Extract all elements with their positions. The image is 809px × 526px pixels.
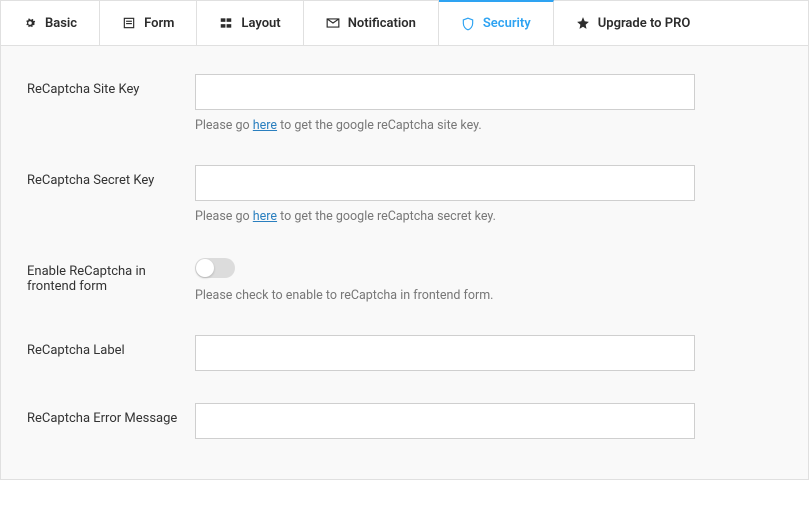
hint-enable: Please check to enable to reCaptcha in f… [195, 288, 695, 303]
hint-secret-key-post: to get the google reCaptcha secret key. [277, 209, 496, 224]
envelope-icon [326, 16, 340, 30]
label-secret-key: ReCaptcha Secret Key [27, 165, 195, 188]
toggle-enable[interactable] [195, 258, 235, 278]
hint-site-key-pre: Please go [195, 118, 253, 133]
label-enable: Enable ReCaptcha in frontend form [27, 256, 195, 294]
tab-security[interactable]: Security [439, 0, 554, 45]
tab-upgrade[interactable]: Upgrade to PRO [554, 1, 713, 45]
label-captcha-label: ReCaptcha Label [27, 335, 195, 358]
input-error-msg[interactable] [195, 403, 695, 439]
row-enable: Enable ReCaptcha in frontend form Please… [27, 256, 782, 303]
tab-layout-label: Layout [241, 16, 280, 31]
hint-site-key-post: to get the google reCaptcha site key. [277, 118, 482, 133]
security-panel: ReCaptcha Site Key Please go here to get… [0, 46, 809, 480]
input-secret-key[interactable] [195, 165, 695, 201]
form-icon [122, 16, 136, 30]
hint-secret-key-link[interactable]: here [253, 209, 277, 224]
row-site-key: ReCaptcha Site Key Please go here to get… [27, 74, 782, 133]
row-captcha-label: ReCaptcha Label [27, 335, 782, 371]
control-captcha-label [195, 335, 695, 371]
tab-basic[interactable]: Basic [1, 1, 100, 45]
tab-form-label: Form [144, 16, 174, 31]
label-error-msg: ReCaptcha Error Message [27, 403, 195, 426]
shield-icon [461, 17, 475, 31]
control-site-key: Please go here to get the google reCaptc… [195, 74, 695, 133]
label-site-key: ReCaptcha Site Key [27, 74, 195, 97]
star-icon [576, 16, 590, 30]
toggle-knob [196, 259, 214, 277]
tab-notification-label: Notification [348, 16, 416, 31]
tab-layout[interactable]: Layout [197, 1, 303, 45]
tab-bar: Basic Form Layout Notification Security … [0, 0, 809, 46]
hint-secret-key-pre: Please go [195, 209, 253, 224]
tab-upgrade-label: Upgrade to PRO [598, 16, 691, 31]
row-error-msg: ReCaptcha Error Message [27, 403, 782, 439]
row-secret-key: ReCaptcha Secret Key Please go here to g… [27, 165, 782, 224]
tab-notification[interactable]: Notification [304, 1, 439, 45]
layout-icon [219, 16, 233, 30]
hint-site-key-link[interactable]: here [253, 118, 277, 133]
tab-security-label: Security [483, 16, 531, 31]
tab-basic-label: Basic [45, 16, 77, 31]
hint-secret-key: Please go here to get the google reCaptc… [195, 209, 695, 224]
control-enable: Please check to enable to reCaptcha in f… [195, 256, 695, 303]
input-site-key[interactable] [195, 74, 695, 110]
control-error-msg [195, 403, 695, 439]
input-captcha-label[interactable] [195, 335, 695, 371]
control-secret-key: Please go here to get the google reCaptc… [195, 165, 695, 224]
hint-site-key: Please go here to get the google reCaptc… [195, 118, 695, 133]
gear-icon [23, 16, 37, 30]
tab-form[interactable]: Form [100, 1, 197, 45]
